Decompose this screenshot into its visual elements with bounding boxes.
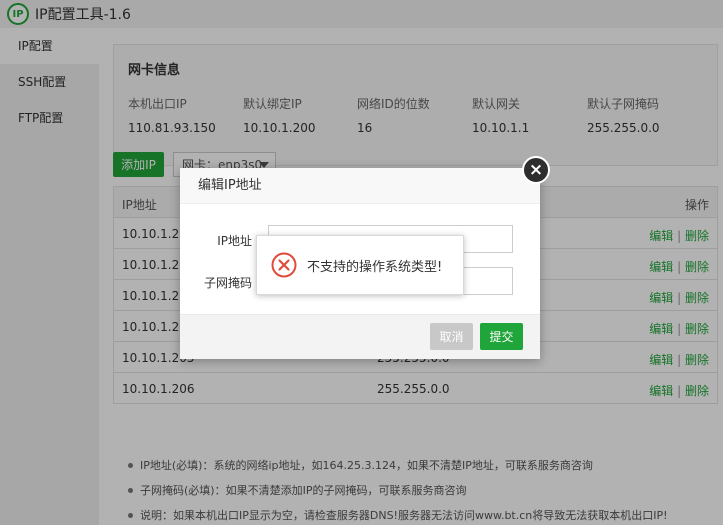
mask-field-label: 子网掩码 [203, 276, 252, 290]
toast-message: 不支持的操作系统类型! [307, 259, 443, 275]
submit-button[interactable]: 提交 [480, 323, 523, 350]
dialog-footer: 取消 提交 [180, 314, 540, 359]
ip-field-label: IP地址 [217, 234, 252, 248]
error-toast: 不支持的操作系统类型! [256, 235, 464, 295]
error-circle-icon [271, 252, 297, 278]
close-icon[interactable]: × [522, 156, 550, 184]
cancel-button[interactable]: 取消 [430, 323, 473, 350]
dialog-title: 编辑IP地址 [180, 168, 540, 204]
